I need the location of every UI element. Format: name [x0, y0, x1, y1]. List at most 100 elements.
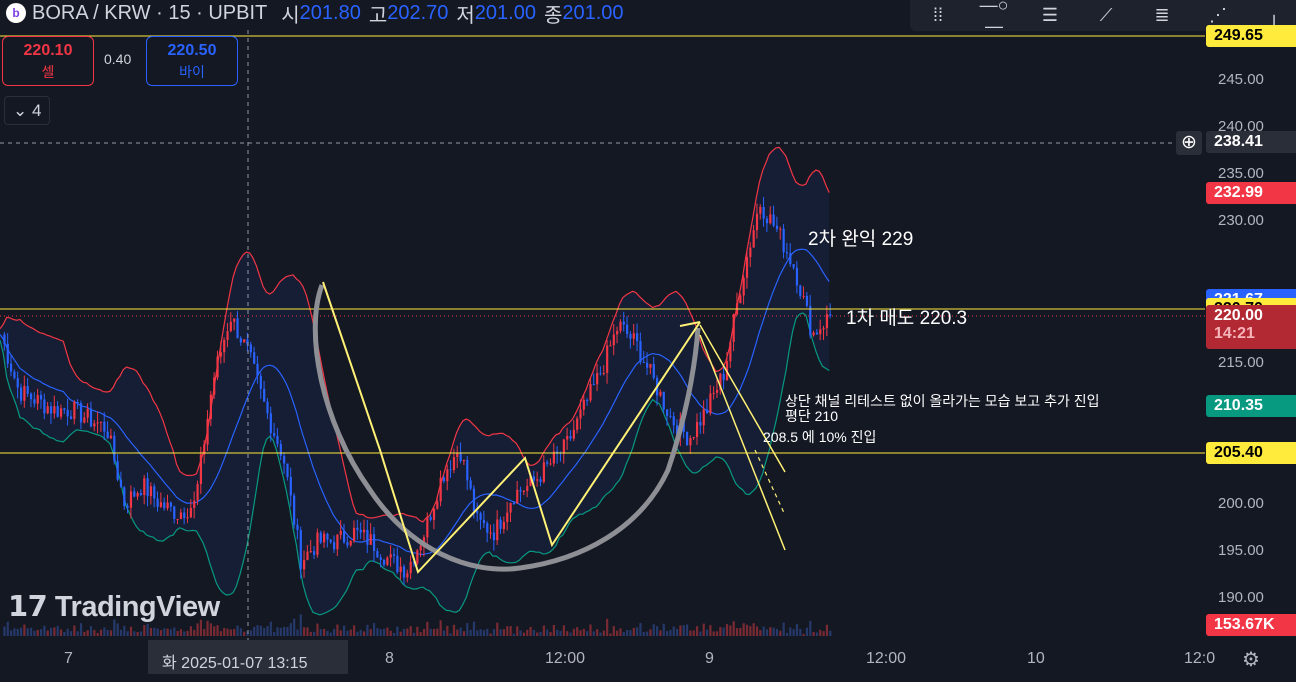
volume-bar [149, 627, 153, 636]
volume-bar [186, 630, 189, 636]
horizontal-line-tool-icon[interactable]: —○— [976, 0, 1012, 37]
volume-bar [616, 630, 619, 636]
volume-bar [422, 628, 426, 636]
candle [219, 352, 222, 357]
candle [516, 489, 519, 504]
multi-line-tool-icon[interactable]: ☰ [1032, 5, 1068, 26]
candle [223, 340, 226, 353]
buy-button[interactable]: 220.50 바이 [146, 36, 238, 86]
volume-bar [309, 631, 312, 636]
volume-bar [829, 630, 832, 636]
candle [705, 409, 709, 414]
volume-bar [755, 626, 759, 636]
volume-bar [183, 631, 186, 636]
candle [116, 461, 119, 480]
volume-bar [819, 629, 822, 636]
candle [779, 228, 782, 230]
candle [479, 513, 482, 520]
symbol-title[interactable]: BORA / KRW · 15 · UPBIT [32, 2, 267, 25]
add-alert-plus-icon[interactable]: ⊕ [1176, 131, 1202, 155]
volume-bar [356, 631, 359, 636]
volume-bar [259, 625, 262, 636]
candle [163, 502, 166, 509]
volume-bar [646, 631, 649, 636]
low-label: 저 [456, 4, 475, 27]
volume-bar [389, 630, 392, 636]
annotation-note-2[interactable]: 평단 210 [785, 406, 838, 426]
candle [759, 206, 762, 214]
last-price: 220.00 [1214, 307, 1263, 324]
candle [199, 454, 202, 485]
candle [546, 462, 549, 464]
candle [476, 511, 479, 514]
indicators-collapse-button[interactable]: ⌄ 4 [4, 96, 50, 125]
candle [362, 529, 366, 533]
close-label: 종 [543, 4, 563, 27]
price-label: 210.35 [1206, 395, 1296, 418]
volume-bar [649, 629, 652, 636]
candle [712, 392, 715, 394]
candle [486, 523, 489, 533]
volume-bar [256, 625, 259, 636]
volume-bar [283, 626, 286, 636]
volume-bar [429, 628, 432, 636]
annotation-note-3[interactable]: 208.5 에 10% 진입 [763, 427, 876, 447]
volume-bar [362, 631, 366, 636]
volume-bar [516, 626, 519, 636]
candle [159, 502, 163, 507]
annotation-take-profit[interactable]: 2차 완익 229 [808, 224, 913, 251]
fib-tool-icon[interactable]: ≣ [1144, 5, 1180, 26]
volume-bar [176, 631, 179, 636]
indicator-count: 4 [31, 101, 42, 120]
volume-bar [546, 629, 549, 636]
candle [173, 506, 176, 520]
volume-bar [249, 630, 252, 636]
candle [303, 559, 306, 570]
candle [799, 285, 802, 296]
volume-bar [702, 623, 705, 636]
volume-bar [99, 629, 103, 636]
candle [792, 264, 795, 268]
time-tick: 7 [64, 650, 73, 667]
volume-bar [316, 623, 319, 636]
price-tick: 200.00 [1218, 494, 1264, 512]
volume-bar [276, 627, 279, 636]
settings-gear-icon[interactable]: ⚙ [1242, 647, 1260, 672]
candle [492, 532, 496, 541]
volume-bar [825, 624, 829, 636]
volume-bar [436, 628, 439, 636]
volume-bar [822, 631, 825, 636]
candle [589, 384, 592, 401]
candle [649, 363, 652, 368]
volume-bar [536, 632, 539, 636]
annotation-sell[interactable]: 1차 매도 220.3 [846, 303, 967, 330]
volume-bar [136, 632, 139, 636]
candle [662, 391, 665, 410]
volume-bar [599, 632, 602, 636]
volume-bar [609, 633, 612, 636]
volume-bar [526, 629, 529, 636]
pattern-tool-icon[interactable]: ⋰ [1200, 5, 1236, 26]
volume-bar [775, 628, 779, 636]
candle [612, 334, 615, 346]
volume-bar [656, 626, 659, 636]
trendline-tool-icon[interactable]: ⟋ [1088, 5, 1124, 26]
volume-bar [16, 628, 19, 636]
candle [13, 371, 16, 379]
spread-value: 0.40 [104, 51, 132, 67]
candle [269, 413, 272, 434]
candle [569, 435, 572, 439]
candle [73, 401, 76, 419]
volume-bar [486, 628, 489, 636]
candle [502, 522, 506, 529]
candle [6, 343, 9, 364]
sell-button[interactable]: 220.10 셀 [2, 36, 94, 86]
drag-handle-icon[interactable]: ⁞⁞ [920, 5, 956, 26]
tradingview-logo[interactable]: 𝟭𝟳 TradingView [8, 589, 220, 624]
volume-bar [216, 625, 219, 636]
volume-bar [462, 631, 466, 636]
candle [616, 330, 619, 335]
price-chart[interactable] [0, 0, 1296, 682]
vertical-line-tool-icon[interactable]: ╷ [1256, 5, 1292, 26]
volume-bar [612, 626, 615, 636]
